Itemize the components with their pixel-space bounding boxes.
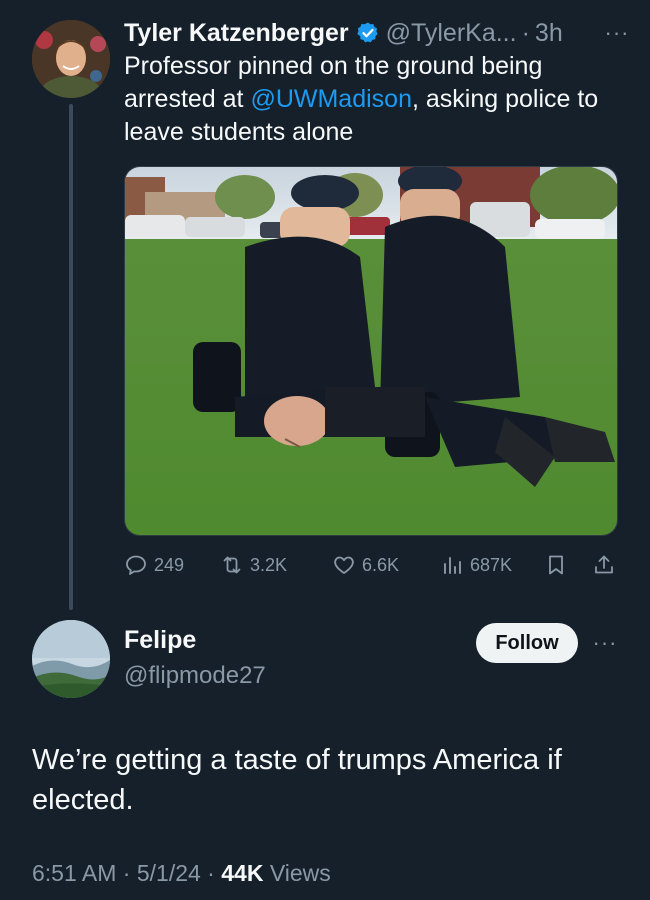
more-options-icon[interactable]: ··· (590, 628, 620, 658)
verified-badge-icon (356, 21, 380, 45)
parent-tweet-text: Professor pinned on the ground being arr… (124, 50, 624, 149)
like-count: 6.6K (362, 554, 400, 575)
repost-button[interactable]: 3.2K (220, 553, 287, 577)
repost-count: 3.2K (250, 554, 288, 575)
avatar-image (32, 620, 110, 698)
avatar[interactable] (32, 620, 110, 698)
parent-tweet[interactable]: Tyler Katzenberger @TylerKa... · 3h ··· … (0, 0, 650, 610)
heart-icon (334, 556, 354, 574)
tweet-date[interactable]: 5/1/24 (137, 860, 201, 886)
repost-icon (223, 556, 241, 574)
tweet-time[interactable]: 6:51 AM (32, 860, 116, 886)
follow-button[interactable]: Follow (476, 623, 578, 663)
separator-dot: · (521, 18, 530, 47)
parent-tweet-header: Tyler Katzenberger @TylerKa... · 3h (124, 16, 634, 50)
reply-icon (126, 555, 146, 575)
bookmark-button[interactable] (544, 553, 574, 577)
analytics-icon (444, 557, 461, 574)
avatar[interactable] (32, 20, 110, 98)
share-button[interactable] (592, 553, 622, 577)
action-bar: 249 3.2K 6.6K 687K (124, 548, 624, 582)
timestamp[interactable]: 3h (535, 19, 563, 48)
reply-count: 249 (154, 554, 185, 575)
share-icon (595, 555, 613, 574)
avatar-image (32, 20, 110, 98)
separator-dot: · (116, 860, 137, 886)
tweet-photo[interactable] (124, 166, 618, 536)
more-options-icon[interactable]: ··· (602, 18, 632, 48)
author-handle[interactable]: @TylerKa... (386, 19, 517, 48)
separator-dot: · (200, 860, 222, 886)
reply-button[interactable]: 249 (124, 553, 184, 577)
views-label: Views (263, 860, 331, 886)
mention-link[interactable]: @UWMadison (250, 85, 412, 113)
views-count[interactable]: 44K (221, 860, 263, 886)
author-handle[interactable]: @flipmode27 (124, 662, 266, 690)
views-button[interactable]: 687K (440, 553, 512, 577)
tweet-metadata: 6:51 AM · 5/1/24 · 44K Views (32, 860, 331, 887)
views-count: 687K (470, 554, 513, 575)
tweet-text: We’re getting a taste of trumps America … (32, 744, 562, 816)
thread-line (69, 104, 73, 610)
author-name[interactable]: Tyler Katzenberger (124, 19, 349, 48)
bookmark-icon (549, 555, 563, 575)
like-button[interactable]: 6.6K (332, 553, 399, 577)
photo-arrest-scene (125, 167, 617, 535)
author-name[interactable]: Felipe (124, 626, 196, 655)
